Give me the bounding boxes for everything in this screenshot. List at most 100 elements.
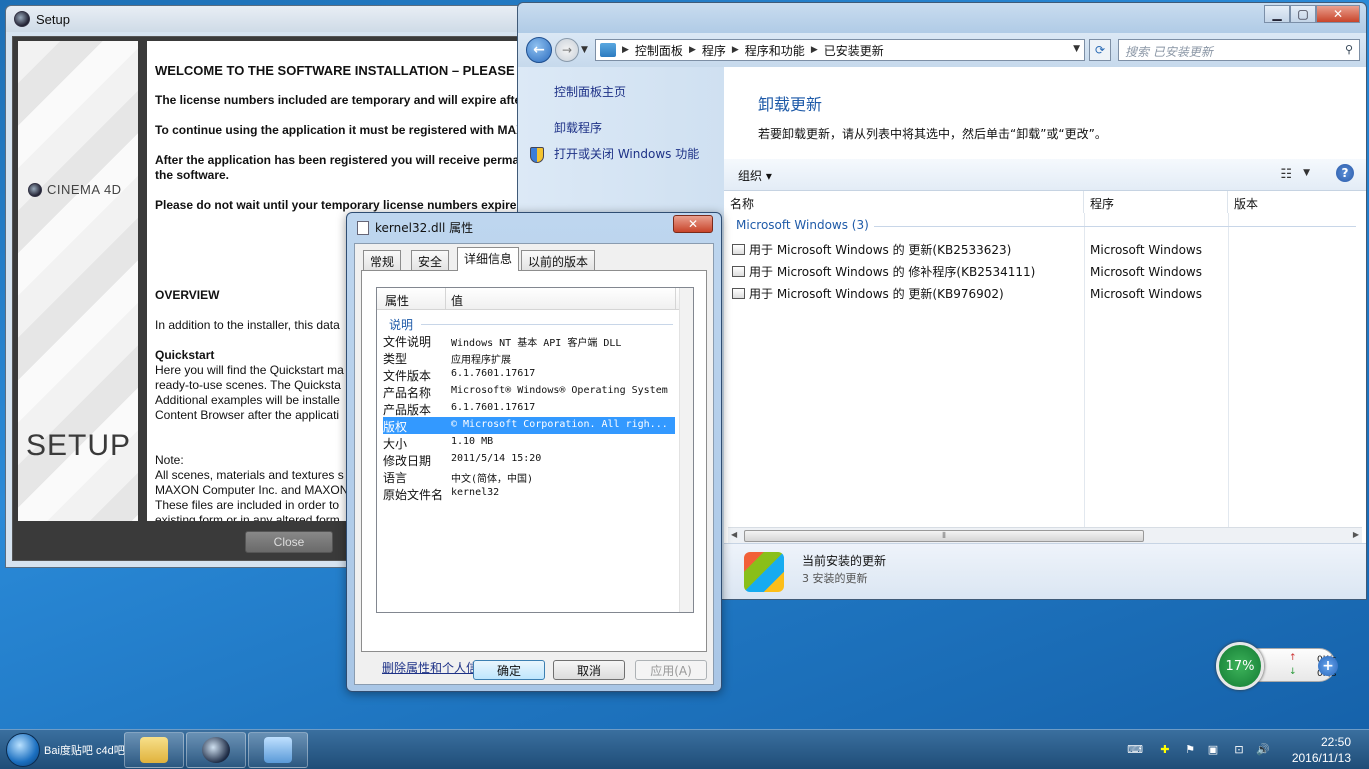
property-row[interactable]: 产品版本 6.1.7601.17617 bbox=[383, 400, 675, 417]
forward-button[interactable]: → bbox=[555, 38, 579, 62]
update-row[interactable]: 用于 Microsoft Windows 的 修补程序(KB2534111) bbox=[732, 261, 1035, 281]
property-list[interactable]: 属性 值 说明 文件说明 Windows NT 基本 API 客户端 DLL 类型 应… bbox=[376, 287, 694, 613]
keyboard-icon[interactable]: ⌨ bbox=[1127, 742, 1143, 756]
address-dropdown-icon[interactable]: ▼ bbox=[1073, 44, 1080, 54]
scroll-right-arrow[interactable]: ▶ bbox=[1353, 530, 1359, 539]
command-bar: 组织 ▾ ☷ ▼ ? bbox=[724, 159, 1366, 191]
breadcrumb-installed-updates[interactable]: 已安装更新 bbox=[824, 42, 884, 59]
dll-file-icon bbox=[357, 220, 369, 235]
property-name: 版权 bbox=[383, 420, 408, 434]
breadcrumb-programs[interactable]: 程序 bbox=[702, 42, 726, 59]
property-row[interactable]: 语言 中文(简体，中国) bbox=[383, 468, 675, 485]
start-button[interactable]: Bai度贴吧 c4d吧 bbox=[6, 732, 126, 768]
breadcrumb-control-panel[interactable]: 控制面板 bbox=[635, 42, 683, 59]
property-row[interactable]: 产品名称 Microsoft® Windows® Operating System bbox=[383, 383, 675, 400]
window-titlebar[interactable]: ▁ ▢ ✕ bbox=[518, 3, 1366, 33]
property-name: 语言 bbox=[383, 471, 408, 485]
cancel-button[interactable]: 取消 bbox=[553, 660, 625, 680]
system-clock[interactable]: 22:50 2016/11/13 bbox=[1292, 734, 1351, 766]
organize-menu[interactable]: 组织 ▾ bbox=[738, 167, 772, 184]
property-row[interactable]: 类型 应用程序扩展 bbox=[383, 349, 675, 366]
search-input[interactable]: 搜索 已安装更新 ⚲ bbox=[1118, 39, 1360, 61]
network-speed-gadget[interactable]: ↑ 0K/s ↓ 0K/s 17% + bbox=[1216, 642, 1344, 690]
property-row[interactable]: 修改日期 2011/5/14 15:20 bbox=[383, 451, 675, 468]
link-windows-features[interactable]: 打开或关闭 Windows 功能 bbox=[554, 145, 699, 162]
view-dropdown-icon[interactable]: ▼ bbox=[1303, 168, 1310, 178]
list-header-value[interactable]: 值 bbox=[451, 292, 463, 309]
property-value: 1.10 MB bbox=[451, 436, 494, 447]
license-text-line: the software. bbox=[155, 168, 230, 182]
property-row[interactable]: 大小 1.10 MB bbox=[383, 434, 675, 451]
chevron-right-icon[interactable]: ▶ bbox=[732, 45, 739, 55]
tab-details[interactable]: 详细信息 bbox=[457, 247, 520, 271]
setup-title: Setup bbox=[36, 11, 70, 27]
help-icon[interactable]: ? bbox=[1336, 164, 1354, 182]
clock-time: 22:50 bbox=[1320, 735, 1351, 749]
cinema4d-logo: CINEMA 4D bbox=[28, 182, 122, 197]
link-uninstall-program[interactable]: 卸载程序 bbox=[554, 119, 602, 136]
view-options-icon[interactable]: ☷ bbox=[1280, 167, 1292, 182]
breadcrumb-programs-features[interactable]: 程序和功能 bbox=[745, 42, 805, 59]
memory-gauge[interactable]: 17% bbox=[1216, 642, 1264, 690]
column-header-version[interactable]: 版本 bbox=[1228, 191, 1368, 213]
network-icon[interactable]: ⊡ bbox=[1232, 742, 1246, 756]
apply-button[interactable]: 应用(A) bbox=[635, 660, 707, 680]
volume-icon[interactable]: 🔊 bbox=[1256, 742, 1270, 756]
close-window-button[interactable]: ✕ bbox=[1316, 5, 1360, 23]
column-header-program[interactable]: 程序 bbox=[1084, 191, 1228, 213]
close-button[interactable]: Close bbox=[245, 531, 333, 553]
property-value: Microsoft® Windows® Operating System bbox=[451, 385, 668, 396]
horizontal-scrollbar[interactable]: ◀ ⦀ ▶ bbox=[728, 527, 1362, 543]
property-value: 应用程序扩展 bbox=[451, 355, 511, 366]
column-header-name[interactable]: 名称 bbox=[724, 191, 1084, 213]
properties-dialog: kernel32.dll 属性 ✕ 常规 安全 详细信息 以前的版本 属性 值 … bbox=[346, 212, 722, 692]
chevron-right-icon[interactable]: ▶ bbox=[689, 45, 696, 55]
tab-security[interactable]: 安全 bbox=[411, 250, 450, 270]
control-panel-icon bbox=[264, 737, 292, 763]
license-text-line: Please do not wait until your temporary … bbox=[155, 198, 517, 212]
vmware-icon[interactable]: ▣ bbox=[1206, 742, 1220, 756]
status-count: 3 安装的更新 bbox=[802, 572, 868, 585]
update-row[interactable]: 用于 Microsoft Windows 的 更新(KB976902) bbox=[732, 283, 1004, 303]
link-control-panel-home[interactable]: 控制面板主页 bbox=[554, 83, 626, 100]
property-row[interactable]: 原始文件名 kernel32 bbox=[383, 485, 675, 502]
taskbar-control-panel[interactable] bbox=[248, 732, 308, 768]
update-program: Microsoft Windows bbox=[1090, 265, 1202, 279]
recent-pages-dropdown[interactable]: ▼ bbox=[581, 45, 588, 55]
speedup-plus-icon[interactable]: + bbox=[1318, 656, 1338, 676]
tab-previous-versions[interactable]: 以前的版本 bbox=[521, 250, 596, 270]
update-name: 用于 Microsoft Windows 的 更新(KB2533623) bbox=[749, 242, 1012, 257]
vertical-scrollbar[interactable] bbox=[679, 288, 693, 612]
dialog-titlebar[interactable]: kernel32.dll 属性 bbox=[357, 219, 473, 236]
scroll-left-arrow[interactable]: ◀ bbox=[731, 530, 737, 539]
property-name: 大小 bbox=[383, 437, 408, 451]
maximize-button[interactable]: ▢ bbox=[1290, 5, 1316, 23]
taskbar-cinema4d[interactable] bbox=[186, 732, 246, 768]
search-icon[interactable]: ⚲ bbox=[1345, 43, 1353, 56]
tab-general[interactable]: 常规 bbox=[363, 250, 402, 270]
property-name: 产品名称 bbox=[383, 386, 432, 400]
property-row[interactable]: 版权 © Microsoft Corporation. All righ... bbox=[383, 417, 675, 434]
property-value: 6.1.7601.17617 bbox=[451, 368, 536, 379]
update-row[interactable]: 用于 Microsoft Windows 的 更新(KB2533623) bbox=[732, 239, 1011, 259]
folder-icon bbox=[140, 737, 168, 763]
refresh-button[interactable]: ⟳ bbox=[1089, 39, 1111, 61]
scrollbar-thumb[interactable]: ⦀ bbox=[744, 530, 1144, 542]
address-bar[interactable]: ▶ 控制面板 ▶ 程序 ▶ 程序和功能 ▶ 已安装更新 ▼ bbox=[595, 39, 1085, 61]
action-center-icon[interactable]: ⚑ bbox=[1183, 742, 1197, 756]
minimize-button[interactable]: ▁ bbox=[1264, 5, 1290, 23]
taskbar-explorer[interactable] bbox=[124, 732, 184, 768]
chevron-right-icon[interactable]: ▶ bbox=[622, 45, 629, 55]
list-header-property[interactable]: 属性 bbox=[385, 292, 409, 309]
dialog-close-button[interactable]: ✕ bbox=[673, 215, 713, 233]
property-name: 文件说明 bbox=[383, 335, 432, 349]
group-header[interactable]: Microsoft Windows (3) bbox=[736, 218, 869, 232]
property-row[interactable]: 文件说明 Windows NT 基本 API 客户端 DLL bbox=[383, 332, 675, 349]
add-icon[interactable]: ✚ bbox=[1158, 742, 1172, 756]
chevron-right-icon[interactable]: ▶ bbox=[811, 45, 818, 55]
column-divider bbox=[1228, 213, 1229, 537]
property-row[interactable]: 文件版本 6.1.7601.17617 bbox=[383, 366, 675, 383]
setup-titlebar[interactable]: Setup bbox=[6, 6, 549, 32]
back-button[interactable]: ← bbox=[526, 37, 552, 63]
ok-button[interactable]: 确定 bbox=[473, 660, 545, 680]
